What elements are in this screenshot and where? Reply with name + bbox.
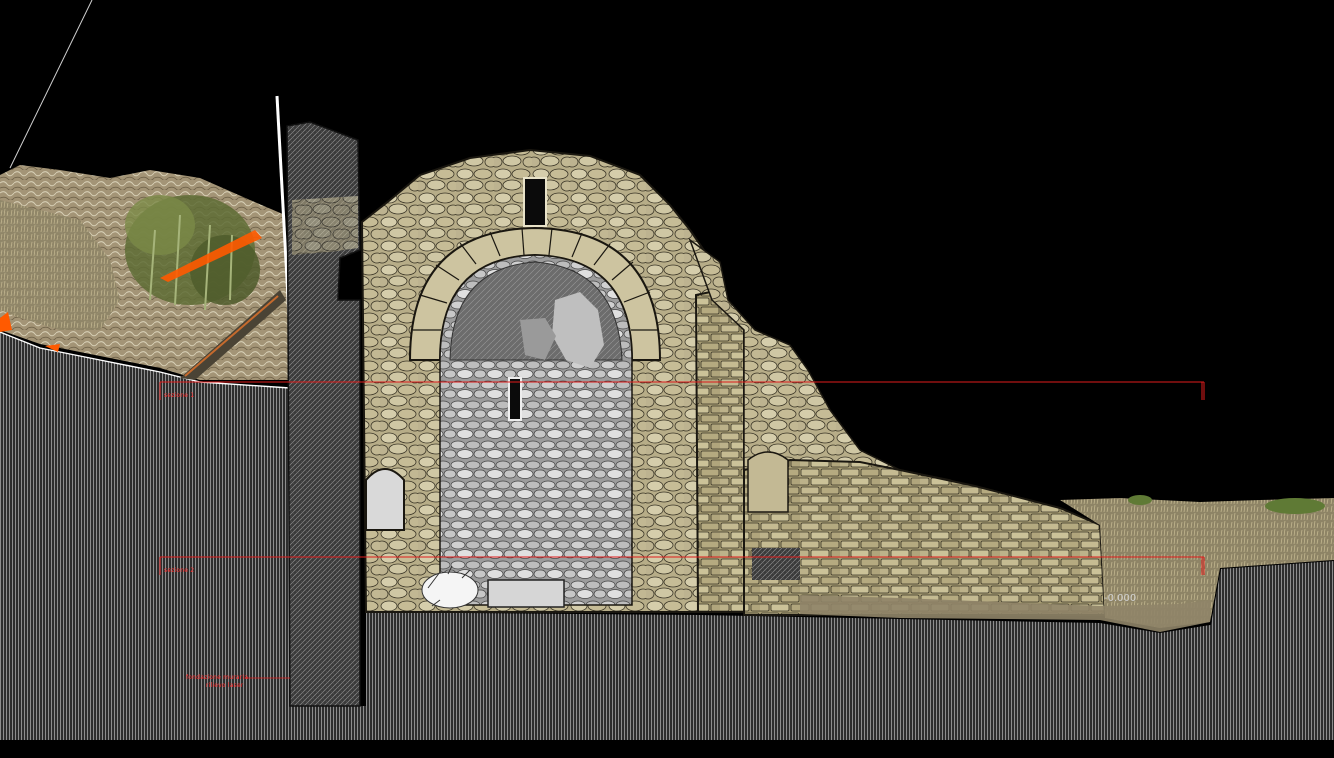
right-niche [747,451,789,513]
section-drawing: sezione 1 sezione 2 fondazione muraria r… [0,0,1334,754]
wall-dark-patch [752,548,800,580]
ashlar-wall-right [743,458,1107,616]
note-label-1: fondazione muraria [186,674,249,681]
section-svg [0,0,1334,740]
note-label-2: rilievo laser [206,682,244,689]
ashlar-pier [694,288,745,613]
elevation-mark: -0.000 [1104,593,1137,604]
apse-slit-window [508,377,522,421]
construction-line [9,0,93,169]
cut-label-2: sezione 2 [164,567,195,574]
cut-label-1: sezione 1 [164,392,195,399]
upper-slit-window [523,177,547,227]
left-niche [365,468,405,531]
cut-wall-stones [292,196,358,255]
altar-step [487,579,565,608]
